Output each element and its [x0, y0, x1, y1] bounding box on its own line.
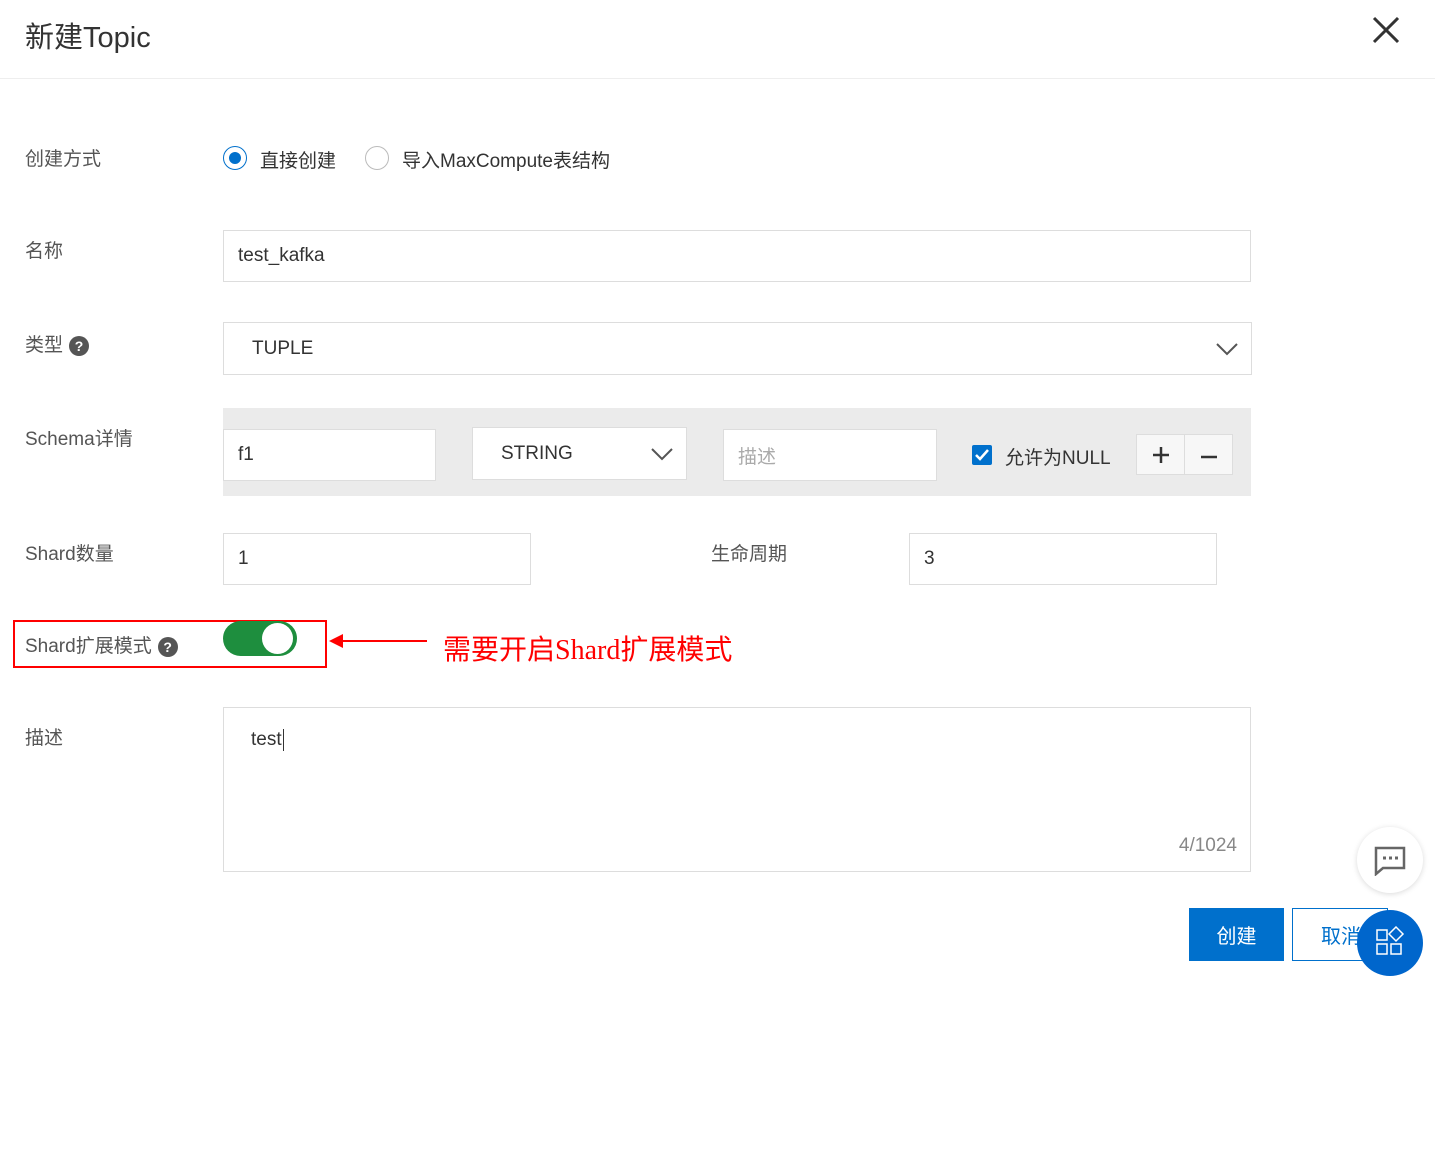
minus-icon [1200, 455, 1217, 458]
shard-extend-label: Shard扩展模式? [25, 631, 178, 658]
annotation-arrow [329, 634, 427, 648]
radio-direct-create[interactable] [223, 146, 247, 170]
lifecycle-label: 生命周期 [711, 544, 788, 565]
help-icon[interactable]: ? [69, 335, 90, 356]
dialog-title: 新建Topic [25, 22, 151, 54]
schema-field-type-value: STRING [501, 442, 573, 464]
remove-field-button[interactable] [1184, 434, 1233, 475]
schema-desc-input[interactable]: 描述 [723, 429, 937, 481]
name-input[interactable]: test_kafka [223, 230, 1251, 282]
description-textarea[interactable]: test 4/1024 [223, 707, 1251, 872]
shard-count-input[interactable]: 1 [223, 533, 531, 585]
apps-button[interactable] [1357, 910, 1423, 976]
shard-count-label: Shard数量 [25, 544, 114, 565]
plus-icon [1152, 446, 1169, 463]
add-field-button[interactable] [1136, 434, 1185, 475]
close-icon[interactable] [1370, 12, 1402, 48]
type-select[interactable]: TUPLE [223, 322, 1252, 375]
shard-extend-label-text: Shard扩展模式 [25, 636, 152, 657]
schema-row: f1 STRING 描述 允许为NULL [223, 408, 1251, 496]
type-label: 类型? [25, 330, 90, 357]
schema-label: Schema详情 [25, 429, 133, 450]
create-method-label: 创建方式 [25, 149, 102, 170]
apps-icon [1376, 926, 1405, 955]
create-button[interactable]: 创建 [1189, 908, 1284, 961]
radio-import-maxcompute-label[interactable]: 导入MaxCompute表结构 [402, 146, 610, 173]
help-icon[interactable]: ? [157, 636, 178, 657]
allow-null-checkbox[interactable] [972, 445, 992, 465]
char-counter: 4/1024 [1178, 835, 1237, 856]
chevron-down-icon [1216, 343, 1238, 356]
description-value: test [251, 729, 284, 751]
schema-field-type-select[interactable]: STRING [472, 427, 687, 480]
radio-direct-create-label[interactable]: 直接创建 [260, 146, 336, 173]
schema-field-name-input[interactable]: f1 [223, 429, 436, 481]
feedback-button[interactable] [1357, 827, 1423, 893]
chevron-down-icon [651, 448, 673, 461]
shard-extend-toggle[interactable] [223, 621, 297, 656]
name-label: 名称 [25, 241, 64, 262]
lifecycle-input[interactable]: 3 [909, 533, 1217, 585]
radio-import-maxcompute[interactable] [365, 146, 389, 170]
header-divider [0, 78, 1435, 79]
annotation-text: 需要开启Shard扩展模式 [443, 635, 733, 666]
allow-null-label: 允许为NULL [1005, 448, 1111, 469]
chat-icon [1374, 846, 1406, 876]
type-label-text: 类型 [25, 335, 64, 356]
type-select-value: TUPLE [252, 337, 314, 359]
description-label: 描述 [25, 728, 64, 749]
